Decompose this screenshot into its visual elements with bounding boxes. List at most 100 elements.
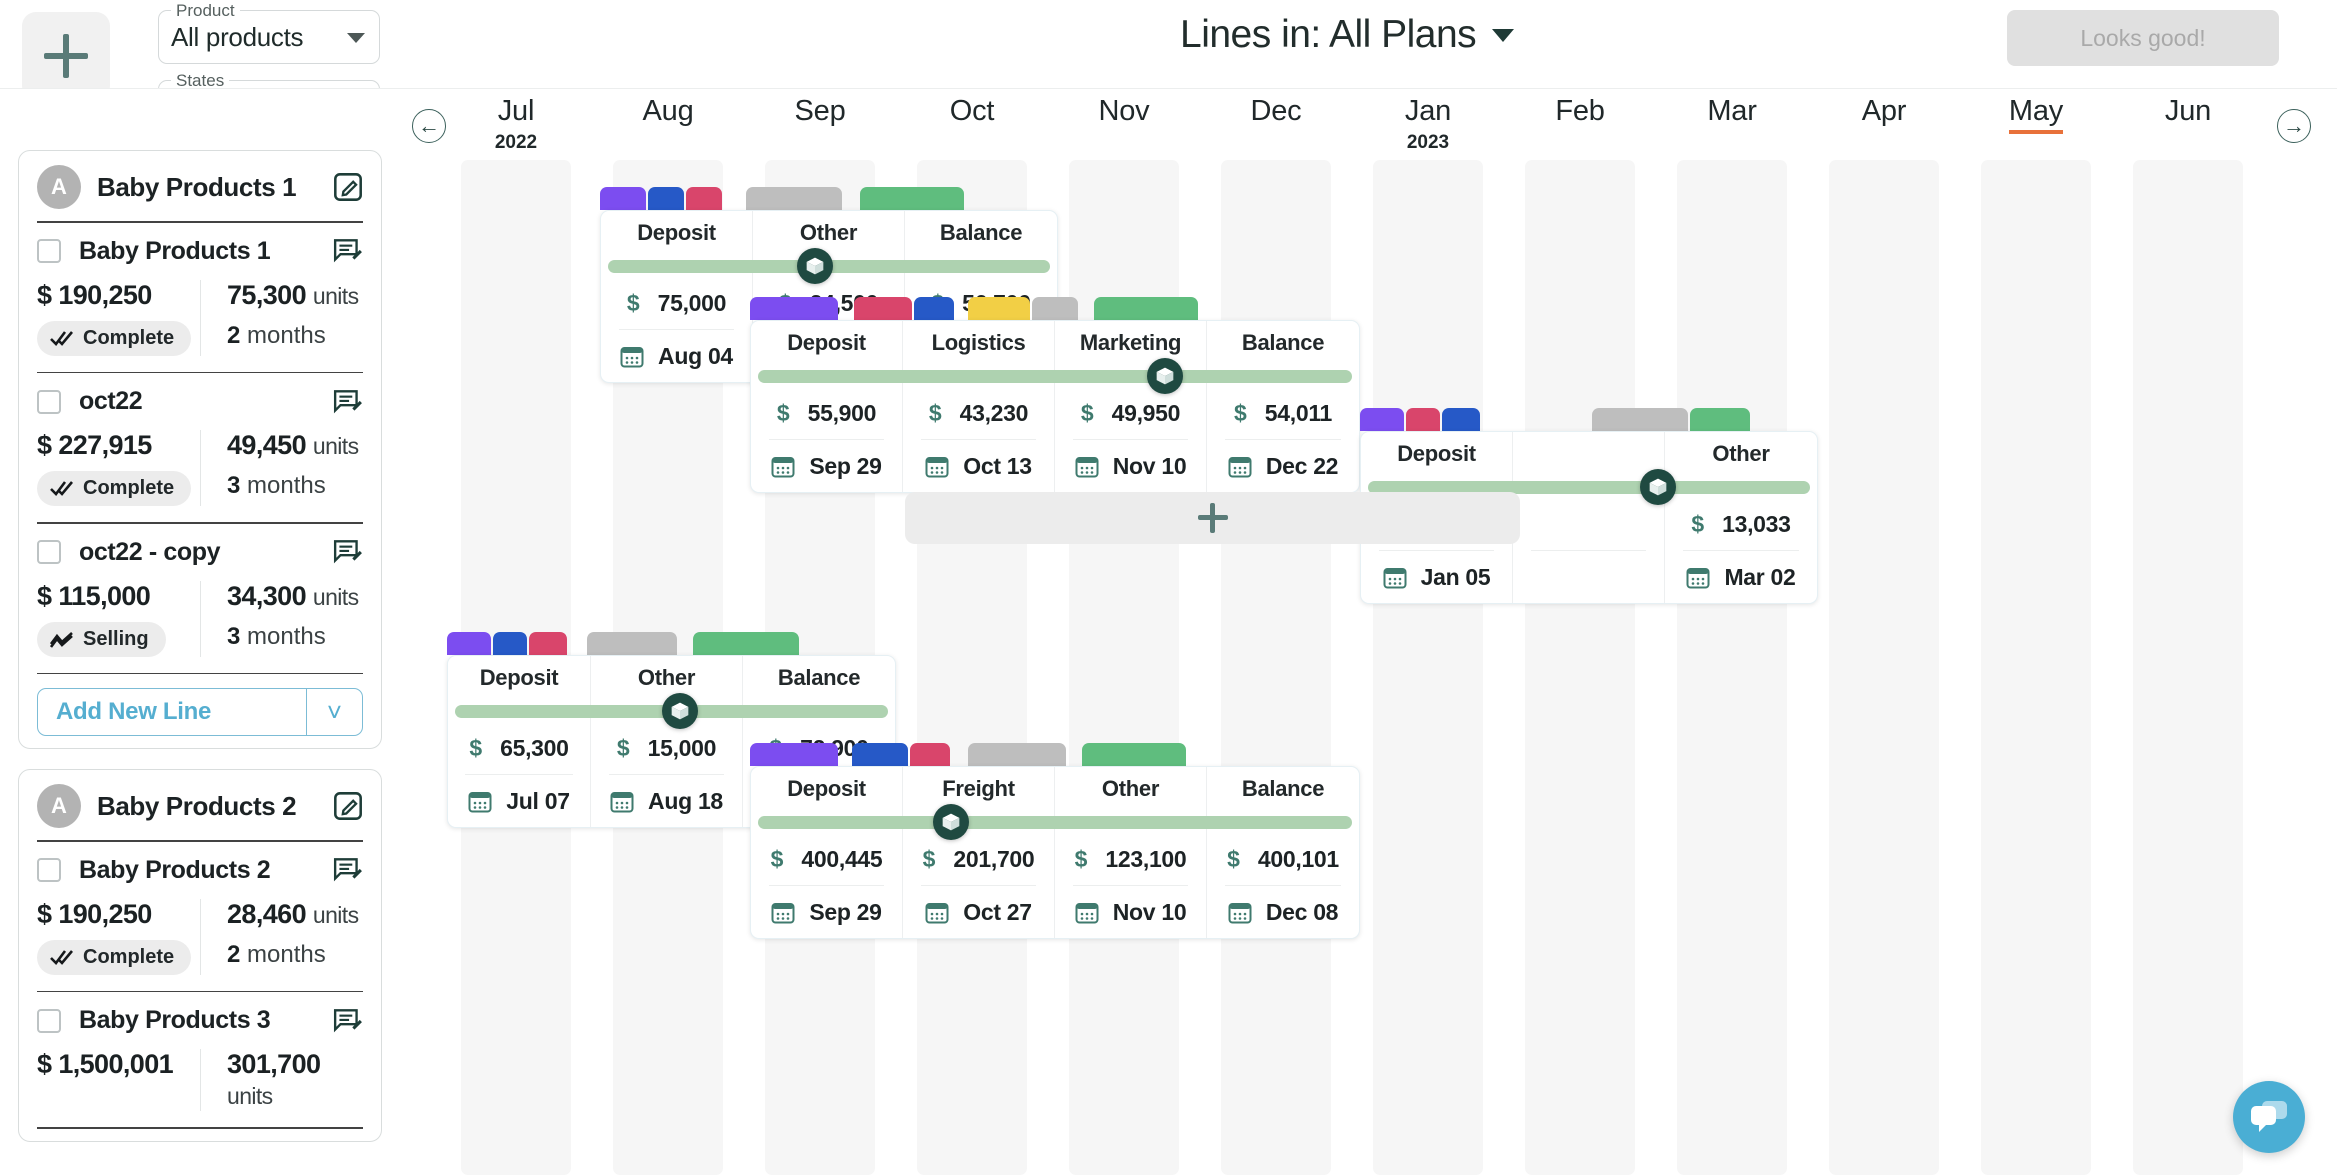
phase-date[interactable]: Sep 29 [751,440,902,492]
looks-good-button[interactable]: Looks good! [2007,10,2279,66]
phase-tab-purple[interactable] [750,743,838,766]
phase-tab-blue[interactable] [914,297,954,320]
phase-amount[interactable]: $13,033 [1665,498,1817,550]
phase-date[interactable]: Jul 07 [448,775,590,827]
phase-tab-green[interactable] [860,187,964,210]
phase-tab-pink[interactable] [529,632,567,655]
row-phase-tabs[interactable] [1360,408,1752,431]
phase-date[interactable]: Nov 10 [1055,886,1206,938]
month-header-dec[interactable]: Dec [1200,95,1352,128]
month-header-oct[interactable]: Oct [896,95,1048,128]
line-checkbox[interactable] [37,858,61,882]
phase-tab-green[interactable] [1082,743,1186,766]
phase-tab-purple[interactable] [600,187,646,210]
phase-column-balance[interactable]: Balance$54,011 Dec 22 [1207,321,1359,492]
month-header-apr[interactable]: Apr [1808,95,1960,128]
phase-amount[interactable]: $201,700 [903,833,1054,885]
edit-square-icon[interactable] [333,172,363,202]
note-edit-icon[interactable] [333,238,363,264]
phase-date[interactable]: Dec 08 [1207,886,1359,938]
month-header-may[interactable]: May [1960,95,2112,134]
phase-column-deposit[interactable]: Deposit$65,300 Jul 07 [448,656,591,827]
phase-amount[interactable]: $123,100 [1055,833,1206,885]
phase-tab-grey[interactable] [1592,408,1688,431]
phase-column-deposit[interactable]: Deposit$75,000 Aug 04 [601,211,753,382]
phase-tab-yellow[interactable] [968,297,1030,320]
phase-tab-blue[interactable] [493,632,527,655]
month-header-jan[interactable]: Jan2023 [1352,95,1504,154]
phase-amount[interactable]: $54,011 [1207,387,1359,439]
phase-tab-purple[interactable] [447,632,491,655]
phase-column-other[interactable]: Other$123,100 Nov 10 [1055,767,1207,938]
phase-tab-grey[interactable] [746,187,842,210]
phase-amount[interactable]: $15,000 [591,722,742,774]
phase-date[interactable]: Oct 13 [903,440,1054,492]
timeline-row[interactable]: Deposit$55,900 Sep 29Logistics$43,230 Oc… [750,320,1360,493]
phase-column-logistics[interactable]: Logistics$43,230 Oct 13 [903,321,1055,492]
phase-tab-purple[interactable] [1360,408,1404,431]
add-plan-button[interactable] [22,12,110,100]
phase-tab-purple[interactable] [750,297,838,320]
plan-card[interactable]: ABaby Products 1 Baby Products 1 $ 190,2… [18,150,382,749]
row-phase-tabs[interactable] [750,743,1188,766]
phase-column-deposit[interactable]: Deposit$400,445 Sep 29 [751,767,903,938]
chevron-down-icon[interactable]: ˅ [306,689,362,735]
month-header-mar[interactable]: Mar [1656,95,1808,128]
phase-tab-green[interactable] [693,632,799,655]
phase-date[interactable]: Nov 10 [1055,440,1206,492]
progress-rail[interactable] [750,368,1360,384]
plan-line-item[interactable]: oct22 - copy $ 115,000 Selling34,300 uni… [37,524,363,661]
phase-tab-pink[interactable] [1406,408,1440,431]
phase-tab-green[interactable] [1094,297,1198,320]
progress-knob[interactable] [1147,358,1183,394]
phase-tab-grey[interactable] [968,743,1066,766]
phase-date[interactable]: Jan 05 [1361,551,1512,603]
progress-knob[interactable] [1640,469,1676,505]
progress-rail[interactable] [750,814,1360,830]
phase-amount[interactable]: $65,300 [448,722,590,774]
phase-date[interactable]: Sep 29 [751,886,902,938]
add-row-button[interactable] [905,492,1520,544]
phase-tab-green[interactable] [1690,408,1750,431]
month-header-feb[interactable]: Feb [1504,95,1656,128]
phase-amount[interactable]: $49,950 [1055,387,1206,439]
add-new-line-button[interactable]: Add New Line˅ [37,688,363,736]
plans-sidebar[interactable]: ABaby Products 1 Baby Products 1 $ 190,2… [0,140,400,1175]
month-header-jun[interactable]: Jun [2112,95,2264,128]
phase-column-other[interactable]: Other$15,000 Aug 18 [591,656,743,827]
progress-knob[interactable] [797,248,833,284]
phase-column-other[interactable]: Other$13,033 Mar 02 [1665,432,1817,603]
phase-date[interactable]: Dec 22 [1207,440,1359,492]
product-filter-box[interactable]: Product All products [158,10,380,64]
phase-column-deposit[interactable]: Deposit$55,900 Sep 29 [751,321,903,492]
row-phase-tabs[interactable] [600,187,966,210]
note-edit-icon[interactable] [333,539,363,565]
progress-rail[interactable] [447,703,896,719]
phase-tab-pink[interactable] [686,187,722,210]
phase-amount[interactable]: $55,900 [751,387,902,439]
phase-column-freight[interactable]: Freight$201,700 Oct 27 [903,767,1055,938]
plans-selector[interactable]: Lines in: All Plans [1180,10,1514,60]
arrow-right-circle-icon[interactable]: → [2277,109,2311,143]
line-checkbox[interactable] [37,239,61,263]
phase-date[interactable]: Mar 02 [1665,551,1817,603]
phase-tab-blue[interactable] [648,187,684,210]
phase-date[interactable]: Aug 04 [601,330,752,382]
note-edit-icon[interactable] [333,857,363,883]
note-edit-icon[interactable] [333,389,363,415]
product-filter[interactable]: Product All products [158,10,380,64]
phase-tab-grey[interactable] [587,632,677,655]
line-checkbox[interactable] [37,1009,61,1033]
plan-line-item[interactable]: Baby Products 2 $ 190,250 Complete28,460… [37,842,363,979]
phase-tab-blue[interactable] [1442,408,1480,431]
phase-amount[interactable]: $400,101 [1207,833,1359,885]
phase-column-marketing[interactable]: Marketing$49,950 Nov 10 [1055,321,1207,492]
phase-amount[interactable] [1513,498,1664,550]
phase-date[interactable] [1513,551,1664,603]
plan-line-item[interactable]: Baby Products 3 $ 1,500,001301,700 units [37,992,363,1115]
phase-tab-grey[interactable] [1032,297,1078,320]
progress-rail[interactable] [600,258,1058,274]
note-edit-icon[interactable] [333,1008,363,1034]
phase-date[interactable]: Aug 18 [591,775,742,827]
phase-column-balance[interactable]: Balance$400,101 Dec 08 [1207,767,1359,938]
